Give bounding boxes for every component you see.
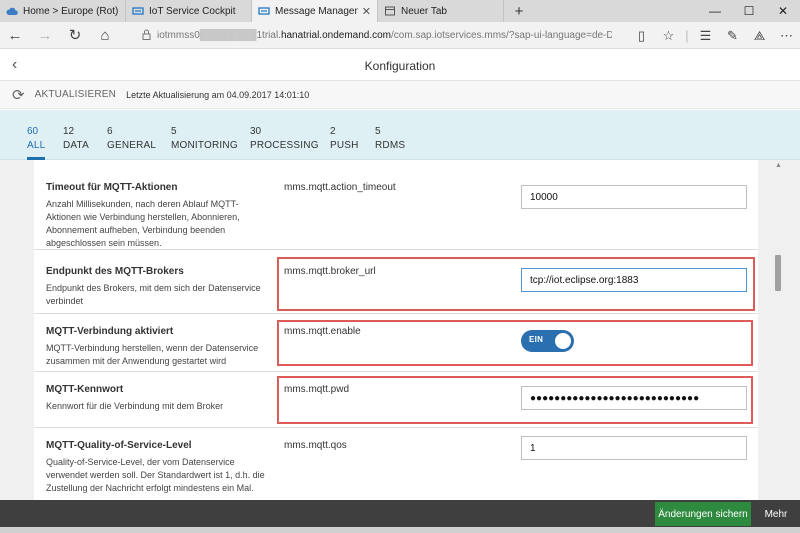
tab-all[interactable]: 60 ALL bbox=[27, 126, 46, 160]
close-window-button[interactable]: ✕ bbox=[766, 0, 800, 22]
tab-label: RDMS bbox=[375, 140, 406, 151]
refresh-icon[interactable]: ⟳ bbox=[12, 86, 25, 104]
tab-label: DATA bbox=[63, 140, 89, 151]
more-dots-icon[interactable]: ⋯ bbox=[773, 22, 800, 49]
browser-toolbar: ← → ↻ ⌂ iotmmss0 ████████ 1trial. hanatr… bbox=[0, 22, 800, 49]
tab-data[interactable]: 12 DATA bbox=[63, 126, 89, 151]
favorite-star-icon[interactable]: ☆ bbox=[655, 22, 682, 49]
tab-push[interactable]: 2 PUSH bbox=[330, 126, 359, 151]
browser-tab-bar: Home > Europe (Rot) - Trial IoT Service … bbox=[0, 0, 800, 22]
tab-count: 30 bbox=[250, 126, 262, 137]
refresh-button[interactable]: AKTUALISIEREN bbox=[35, 89, 117, 100]
last-update-text: Letzte Aktualisierung am 04.09.2017 14:0… bbox=[126, 89, 310, 100]
tab-count: 60 bbox=[27, 126, 39, 137]
tab-count: 6 bbox=[107, 126, 113, 137]
window-bottom-edge bbox=[0, 527, 800, 533]
share-icon[interactable]: ⟁ bbox=[746, 22, 773, 49]
setting-description: Endpunkt des Brokers, mit dem sich der D… bbox=[46, 283, 261, 306]
more-button[interactable]: Mehr bbox=[759, 502, 793, 526]
browser-tab-label: Message Management bbox=[275, 5, 358, 17]
scrollbar-thumb[interactable] bbox=[775, 255, 781, 291]
browser-tab-new[interactable]: Neuer Tab bbox=[378, 0, 504, 22]
setting-title: MQTT-Verbindung aktiviert bbox=[46, 326, 174, 337]
iot-icon bbox=[258, 5, 270, 17]
tab-label: PUSH bbox=[330, 140, 359, 151]
url-path: /com.sap.iotservices.mms/?sap-ui-languag… bbox=[391, 30, 612, 41]
tab-label: GENERAL bbox=[107, 140, 157, 151]
url-host: hanatrial.ondemand.com bbox=[280, 30, 392, 41]
save-changes-button[interactable]: Änderungen sichern bbox=[655, 502, 751, 526]
maximize-button[interactable]: ☐ bbox=[732, 0, 766, 22]
tab-processing[interactable]: 30 PROCESSING bbox=[250, 126, 319, 151]
highlight-box-password bbox=[277, 376, 753, 424]
setting-title: MQTT-Quality-of-Service-Level bbox=[46, 440, 192, 451]
footer-toolbar: Änderungen sichern Mehr bbox=[0, 500, 800, 527]
url-prefix: iotmmss0 bbox=[157, 30, 200, 41]
scroll-up-arrow-icon[interactable]: ▲ bbox=[775, 162, 782, 169]
tab-label: PROCESSING bbox=[250, 140, 319, 151]
lock-icon bbox=[142, 29, 151, 43]
iot-icon bbox=[132, 5, 144, 17]
close-tab-icon[interactable]: ✕ bbox=[362, 5, 371, 18]
setting-row-mqtt-qos: MQTT-Quality-of-Service-Level Quality-of… bbox=[34, 428, 758, 500]
setting-key: mms.mqtt.action_timeout bbox=[284, 182, 396, 193]
tab-count: 5 bbox=[171, 126, 177, 137]
setting-title: MQTT-Kennwort bbox=[46, 384, 124, 395]
tab-count: 5 bbox=[375, 126, 381, 137]
tab-monitoring[interactable]: 5 MONITORING bbox=[171, 126, 238, 151]
refresh-toolbar: ⟳ AKTUALISIEREN Letzte Aktualisierung am… bbox=[0, 81, 800, 109]
tab-count: 2 bbox=[330, 126, 336, 137]
setting-title: Endpunkt des MQTT-Brokers bbox=[46, 266, 184, 277]
url-masked: ████████ bbox=[199, 30, 257, 41]
reload-icon[interactable]: ↻ bbox=[60, 22, 90, 49]
url-mid: 1trial. bbox=[256, 30, 281, 41]
browser-tab-label: Home > Europe (Rot) - Trial bbox=[23, 5, 119, 17]
vertical-scrollbar[interactable]: ▲ bbox=[772, 160, 784, 500]
browser-actions: ▯ ☆ | ☰ ✎ ⟁ ⋯ bbox=[628, 22, 800, 49]
action-timeout-input[interactable]: 10000 bbox=[521, 185, 747, 209]
minimize-button[interactable]: — bbox=[698, 0, 732, 22]
back-arrow-icon[interactable]: ← bbox=[0, 22, 30, 49]
browser-tab-message-management[interactable]: Message Management ✕ bbox=[252, 0, 378, 22]
setting-title: Timeout für MQTT-Aktionen bbox=[46, 182, 178, 193]
setting-description: Quality-of-Service-Level, der vom Datens… bbox=[46, 457, 265, 493]
filter-tab-bar: 60 ALL 12 DATA 6 GENERAL 5 MONITORING 30… bbox=[0, 110, 800, 160]
reading-view-icon[interactable]: ▯ bbox=[628, 22, 655, 49]
browser-tab-cockpit[interactable]: IoT Service Cockpit bbox=[126, 0, 252, 22]
hub-icon[interactable]: ☰ bbox=[692, 22, 719, 49]
page-title: Konfiguration bbox=[364, 59, 436, 73]
tab-general[interactable]: 6 GENERAL bbox=[107, 126, 156, 151]
setting-row-action-timeout: Timeout für MQTT-Aktionen Anzahl Millise… bbox=[34, 160, 758, 250]
address-bar[interactable]: iotmmss0 ████████ 1trial. hanatrial.onde… bbox=[142, 26, 612, 45]
home-icon[interactable]: ⌂ bbox=[90, 22, 120, 49]
setting-description: MQTT-Verbindung herstellen, wenn der Dat… bbox=[46, 343, 259, 366]
tab-label: ALL bbox=[27, 140, 46, 151]
cloud-icon bbox=[6, 5, 18, 17]
browser-tab-home[interactable]: Home > Europe (Rot) - Trial bbox=[0, 0, 126, 22]
setting-description: Anzahl Millisekunden, nach deren Ablauf … bbox=[46, 199, 240, 248]
tab-label: MONITORING bbox=[171, 140, 238, 151]
highlight-box-broker bbox=[277, 257, 755, 311]
tab-rdms[interactable]: 5 RDMS bbox=[375, 126, 405, 151]
new-tab-button[interactable]: + bbox=[504, 0, 534, 22]
forward-arrow-icon[interactable]: → bbox=[30, 22, 60, 49]
browser-tab-label: Neuer Tab bbox=[401, 5, 447, 17]
app-header: ‹ Konfiguration bbox=[0, 50, 800, 81]
tab-count: 12 bbox=[63, 126, 75, 137]
separator: | bbox=[685, 28, 689, 43]
highlight-box-enable bbox=[277, 320, 753, 366]
mqtt-qos-input[interactable]: 1 bbox=[521, 436, 747, 460]
settings-list: Timeout für MQTT-Aktionen Anzahl Millise… bbox=[34, 160, 758, 500]
browser-tab-label: IoT Service Cockpit bbox=[149, 5, 236, 17]
web-note-icon[interactable]: ✎ bbox=[719, 22, 746, 49]
page-icon bbox=[384, 5, 396, 17]
setting-key: mms.mqtt.qos bbox=[284, 440, 347, 451]
window-controls: — ☐ ✕ bbox=[698, 0, 800, 22]
setting-description: Kennwort für die Verbindung mit dem Brok… bbox=[46, 401, 224, 411]
